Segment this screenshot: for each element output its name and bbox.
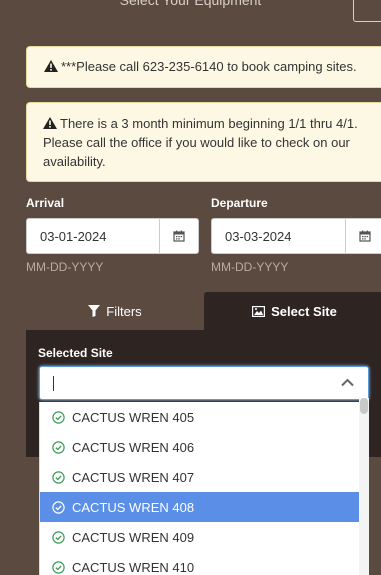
scrollbar-thumb[interactable] xyxy=(360,398,368,414)
phone-notice-alert: ***Please call 623-235-6140 to book camp… xyxy=(26,46,381,88)
arrival-format-hint: MM-DD-YYYY xyxy=(26,260,104,274)
tab-select-site[interactable]: Select Site xyxy=(204,292,381,330)
selected-site-label: Selected Site xyxy=(38,346,113,360)
site-option[interactable]: CACTUS WREN 406 xyxy=(40,432,360,462)
site-option-label: CACTUS WREN 406 xyxy=(72,439,195,455)
image-icon xyxy=(252,305,266,317)
site-option[interactable]: CACTUS WREN 409 xyxy=(40,522,360,552)
header-corner-button[interactable] xyxy=(353,0,381,22)
tab-filters[interactable]: Filters xyxy=(26,292,204,330)
check-circle-icon xyxy=(52,530,65,544)
site-option-label: CACTUS WREN 408 xyxy=(72,499,195,515)
site-option[interactable]: CACTUS WREN 410 xyxy=(40,552,360,575)
check-circle-icon xyxy=(52,500,65,514)
chevron-up-icon[interactable] xyxy=(341,378,354,387)
header-title-partial: Select Your Equipment xyxy=(119,0,262,8)
tab-filters-label: Filters xyxy=(106,303,142,319)
check-circle-icon xyxy=(52,440,65,454)
warning-icon xyxy=(44,60,58,72)
check-circle-icon xyxy=(52,560,65,574)
text-caret xyxy=(53,376,54,391)
minimum-notice-alert: There is a 3 month minimum beginning 1/1… xyxy=(26,102,381,182)
minimum-notice-text: There is a 3 month minimum beginning 1/1… xyxy=(43,116,358,169)
tab-select-site-label: Select Site xyxy=(271,303,337,319)
departure-field[interactable]: 03-03-2024 xyxy=(211,218,381,254)
dropdown-scrollbar[interactable] xyxy=(359,398,369,575)
arrival-calendar-button[interactable] xyxy=(159,219,198,253)
arrival-label: Arrival xyxy=(26,196,65,210)
site-option-label: CACTUS WREN 410 xyxy=(72,559,195,575)
departure-calendar-button[interactable] xyxy=(345,219,381,253)
site-search-input[interactable] xyxy=(39,366,369,400)
check-circle-icon xyxy=(52,470,65,484)
phone-notice-text: ***Please call 623-235-6140 to book camp… xyxy=(61,59,357,74)
arrival-field[interactable]: 03-01-2024 xyxy=(26,218,199,254)
site-option[interactable]: CACTUS WREN 405 xyxy=(40,402,360,432)
calendar-icon xyxy=(173,230,185,242)
warning-icon xyxy=(43,117,57,129)
calendar-icon xyxy=(359,230,371,242)
filter-icon xyxy=(88,305,101,317)
check-circle-icon xyxy=(52,410,65,424)
site-option[interactable]: CACTUS WREN 407 xyxy=(40,462,360,492)
departure-label: Departure xyxy=(211,196,268,210)
departure-value[interactable]: 03-03-2024 xyxy=(212,219,345,253)
departure-format-hint: MM-DD-YYYY xyxy=(211,260,289,274)
site-option[interactable]: CACTUS WREN 408 xyxy=(40,492,360,522)
arrival-value[interactable]: 03-01-2024 xyxy=(27,219,159,253)
site-option-label: CACTUS WREN 405 xyxy=(72,409,195,425)
site-dropdown-list: CACTUS WREN 405 CACTUS WREN 406 CACTUS WRE… xyxy=(39,402,369,575)
site-option-label: CACTUS WREN 407 xyxy=(72,469,195,485)
site-option-label: CACTUS WREN 409 xyxy=(72,529,195,545)
